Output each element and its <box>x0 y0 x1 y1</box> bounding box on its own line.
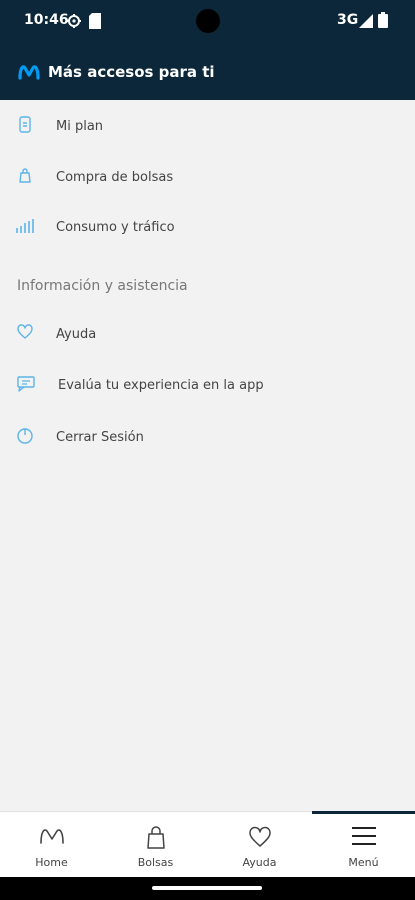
signal-icon <box>359 13 373 32</box>
tab-label: Menú <box>348 856 379 869</box>
sim-card-icon <box>89 13 101 33</box>
menu-item-label: Evalúa tu experiencia en la app <box>58 378 264 393</box>
shopping-bag-icon <box>145 826 167 854</box>
movistar-m-icon <box>38 826 66 850</box>
heart-icon <box>16 323 36 343</box>
hamburger-menu-icon <box>351 826 377 850</box>
bottom-navigation: Home Bolsas Ayuda Menú <box>0 811 415 878</box>
settings-icon <box>66 13 82 33</box>
header-title: Más accesos para ti <box>48 63 215 81</box>
menu-item-evalua-experiencia[interactable]: Evalúa tu experiencia en la app <box>0 362 415 410</box>
menu-item-mi-plan[interactable]: Mi plan <box>0 103 415 151</box>
tab-ayuda[interactable]: Ayuda <box>208 812 311 878</box>
heart-icon <box>248 826 272 852</box>
network-type: 3G <box>337 12 359 28</box>
menu-item-label: Compra de bolsas <box>56 170 174 185</box>
menu-item-consumo-y-trafico[interactable]: Consumo y tráfico <box>0 204 415 252</box>
menu-item-label: Cerrar Sesión <box>56 430 144 445</box>
feedback-icon <box>16 374 36 394</box>
battery-icon <box>378 12 388 32</box>
tab-label: Home <box>35 856 68 869</box>
power-icon <box>16 426 36 446</box>
phone-plan-icon <box>16 115 36 135</box>
menu-item-ayuda[interactable]: Ayuda <box>0 311 415 359</box>
tab-label: Ayuda <box>242 856 277 869</box>
menu-item-label: Ayuda <box>56 327 97 342</box>
tab-menu[interactable]: Menú <box>312 812 415 878</box>
home-gesture-handle[interactable] <box>152 886 262 890</box>
tab-home[interactable]: Home <box>0 812 103 878</box>
tab-label: Bolsas <box>137 856 174 869</box>
front-camera <box>196 9 220 33</box>
active-tab-indicator <box>312 811 415 814</box>
status-bar: 10:46 3G <box>0 0 415 44</box>
movistar-logo-icon <box>18 64 40 84</box>
menu-item-label: Mi plan <box>56 119 104 134</box>
status-time: 10:46 <box>24 12 69 28</box>
shopping-bag-icon <box>16 166 36 186</box>
section-title-info: Información y asistencia <box>17 278 188 294</box>
menu-item-cerrar-sesion[interactable]: Cerrar Sesión <box>0 414 415 462</box>
app-header: Más accesos para ti <box>0 44 415 100</box>
menu-item-label: Consumo y tráfico <box>56 220 175 235</box>
menu-item-compra-de-bolsas[interactable]: Compra de bolsas <box>0 154 415 202</box>
bar-chart-icon <box>16 216 36 236</box>
tab-bolsas[interactable]: Bolsas <box>104 812 207 878</box>
